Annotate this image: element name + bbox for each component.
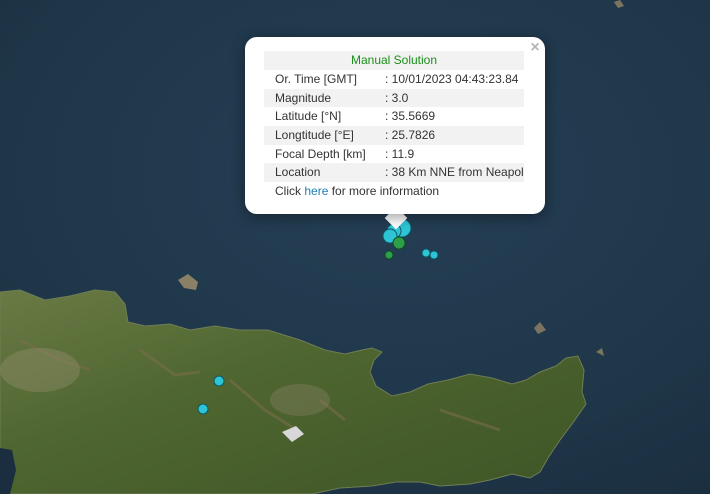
info-row-longitude: Longtitude [°E] : 25.7826 bbox=[264, 126, 524, 145]
earthquake-marker[interactable] bbox=[421, 248, 431, 258]
info-label: Latitude [°N] bbox=[275, 109, 342, 124]
earthquake-marker[interactable] bbox=[392, 236, 406, 250]
info-row-focal-depth: Focal Depth [km] : 11.9 bbox=[264, 145, 524, 164]
earthquake-info-popup: Manual Solution Or. Time [GMT] : 10/01/2… bbox=[245, 37, 545, 214]
info-value: : 35.5669 bbox=[385, 109, 436, 124]
info-value: : 11.9 bbox=[385, 146, 415, 161]
more-info-link[interactable]: here bbox=[304, 184, 328, 198]
more-info-line: Click here for more information bbox=[264, 182, 524, 201]
info-row-location: Location : 38 Km NNE from Neapoli bbox=[264, 163, 524, 183]
earthquake-marker[interactable] bbox=[384, 250, 394, 260]
info-value: : 3.0 bbox=[385, 90, 409, 105]
earthquake-marker[interactable] bbox=[197, 403, 209, 415]
info-label: Or. Time [GMT] bbox=[275, 72, 358, 86]
close-icon[interactable]: × bbox=[527, 40, 543, 56]
popup-content: Manual Solution Or. Time [GMT] : 10/01/2… bbox=[264, 51, 524, 201]
earthquake-marker[interactable] bbox=[429, 250, 439, 260]
popup-title: Manual Solution bbox=[264, 51, 524, 70]
more-info-suffix: for more information bbox=[328, 184, 440, 199]
earthquake-marker[interactable] bbox=[213, 375, 225, 387]
info-row-magnitude: Magnitude : 3.0 bbox=[264, 88, 524, 108]
info-row-latitude: Latitude [°N] : 35.5669 bbox=[264, 107, 524, 126]
info-label: Longtitude [°E] bbox=[275, 128, 354, 143]
info-label: Magnitude bbox=[275, 90, 332, 105]
info-value: : 25.7826 bbox=[385, 128, 436, 143]
lowland-area bbox=[0, 348, 80, 392]
info-row-origin-time: Or. Time [GMT] : 10/01/2023 04:43:23.84 bbox=[264, 70, 524, 89]
lowland-area bbox=[270, 384, 330, 416]
info-label: Location bbox=[275, 165, 321, 180]
info-label: Focal Depth [km] bbox=[275, 146, 366, 161]
info-value: : 10/01/2023 04:43:23.84 bbox=[385, 72, 519, 86]
more-info-prefix: Click bbox=[275, 184, 305, 199]
info-value: : 38 Km NNE from Neapoli bbox=[385, 165, 524, 180]
